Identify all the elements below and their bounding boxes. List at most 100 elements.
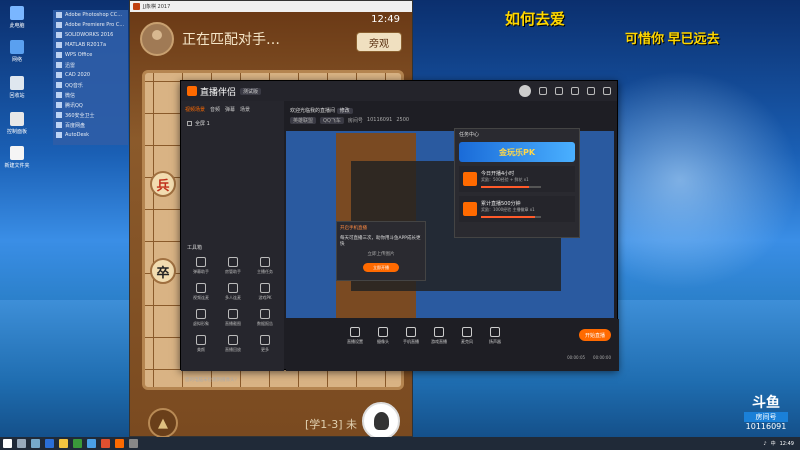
app-icon (56, 82, 62, 88)
viewer-count: 2500 (396, 117, 410, 123)
recent-item[interactable]: 微信 (53, 90, 128, 100)
tool-label: 游戏PK (258, 295, 272, 300)
chess-taskbar-icon[interactable] (101, 439, 110, 448)
camera-warning[interactable]: 您的电脑未检测到摄像头？ (185, 377, 239, 383)
desktop-icon-this-pc[interactable]: 此电脑 (2, 6, 32, 29)
desktop-icon-new-folder[interactable]: 新建文件夹 (2, 146, 32, 169)
tab-video-scene[interactable]: 视频场景 (185, 106, 205, 113)
tool-data-report[interactable]: 数据报告 (249, 309, 281, 327)
recent-item[interactable]: 百度网盘 (53, 120, 128, 130)
category-tag[interactable]: 英雄联盟 (290, 117, 317, 124)
chess-piece-pawn[interactable]: 卒 (150, 258, 176, 284)
player-avatar[interactable] (362, 402, 400, 440)
recent-item[interactable]: CAD 2020 (53, 70, 128, 80)
task-banner[interactable]: 金玩乐PK (459, 142, 575, 162)
system-clock[interactable]: 12:49 (780, 441, 794, 447)
recent-item[interactable]: 迅雷 (53, 60, 128, 70)
recent-item[interactable]: Adobe Premiere Pro C... (53, 20, 128, 30)
chess-piece-soldier[interactable]: 兵 (150, 171, 176, 197)
tool-streamer-task[interactable]: 主播任务 (249, 257, 281, 275)
camera-icon (378, 327, 388, 337)
tool-game-pk[interactable]: 游戏PK (249, 283, 281, 301)
desktop-icon-control-panel[interactable]: 控制面板 (2, 112, 32, 135)
control-panel-icon (10, 112, 24, 126)
desktop-icon-network[interactable]: 网络 (2, 40, 32, 63)
app-icon[interactable] (129, 439, 138, 448)
checkbox-icon[interactable] (187, 121, 192, 126)
tool-label: 多人连麦 (225, 295, 241, 300)
tool-multi-link[interactable]: 多人连麦 (217, 283, 249, 301)
recent-item[interactable]: QQ音乐 (53, 80, 128, 90)
dialog-go-live-button[interactable]: 立即开播 (363, 263, 399, 272)
edge-icon[interactable] (45, 439, 54, 448)
monitor-icon (350, 327, 360, 337)
desktop-icon-label: 新建文件夹 (4, 163, 30, 169)
recent-item[interactable]: SOLIDWORKS 2016 (53, 30, 128, 40)
settings-icon[interactable] (539, 87, 547, 95)
chess-titlebar: JJ象棋 2017 (130, 1, 412, 12)
ctrl-label: 摄像头 (377, 339, 389, 344)
tool-replay[interactable]: 直播回放 (217, 335, 249, 353)
video-icon (196, 283, 206, 293)
up-arrow-button[interactable]: ▲ (148, 408, 178, 438)
recent-item[interactable]: 腾讯QQ (53, 100, 128, 110)
task-item[interactable]: 累计直播500分钟 奖励：1000经验 主播徽章 x1 (459, 196, 575, 222)
qq-icon[interactable] (87, 439, 96, 448)
app-icon (56, 132, 62, 138)
desktop-icon-recycle-bin[interactable]: 回收站 (2, 76, 32, 99)
tab-audio[interactable]: 音频 (210, 106, 220, 113)
go-live-button[interactable]: 开始直播 (579, 329, 611, 341)
group-icon (228, 283, 238, 293)
ctrl-stream-settings[interactable]: 直播设置 (346, 327, 364, 345)
recent-item[interactable]: Adobe Photoshop CC... (53, 10, 128, 20)
tool-avatar[interactable]: 虚拟形象 (185, 309, 217, 327)
wechat-icon[interactable] (73, 439, 82, 448)
tab-danmu[interactable]: 弹幕 (225, 106, 235, 113)
recent-item[interactable]: MATLAB R2017a (53, 40, 128, 50)
tool-room-manager[interactable]: 房管助手 (217, 257, 249, 275)
maximize-icon[interactable] (587, 87, 595, 95)
ctrl-game[interactable]: 游戏直播 (430, 327, 448, 345)
tab-scene[interactable]: 场景 (240, 106, 250, 113)
minimize-icon[interactable] (571, 87, 579, 95)
search-icon[interactable] (17, 439, 26, 448)
ctrl-mobile[interactable]: 手机直播 (402, 327, 420, 345)
task-desc: 奖励：500经验 + 鲜花 x1 (481, 177, 529, 182)
tool-danmu-assistant[interactable]: 弹幕助手 (185, 257, 217, 275)
start-icon[interactable] (3, 439, 12, 448)
tool-screenshot[interactable]: 直播截图 (217, 309, 249, 327)
task-view-icon[interactable] (31, 439, 40, 448)
match-status: 正在匹配对手… (182, 32, 280, 48)
scene-item[interactable]: 全屏 1 (181, 118, 284, 129)
input-language[interactable]: 中 (771, 440, 776, 447)
ctrl-microphone[interactable]: 麦克风 (458, 327, 476, 345)
edit-title-button[interactable]: 修改 (336, 108, 353, 114)
recent-item-label: AutoDesk (65, 132, 90, 138)
tool-video-link[interactable]: 视频连麦 (185, 283, 217, 301)
dialog-link[interactable]: 立即上传图片 (340, 251, 422, 257)
ctrl-label: 扬声器 (489, 339, 501, 344)
recent-item[interactable]: AutoDesk (53, 130, 128, 140)
app-icon (56, 52, 62, 58)
explorer-icon[interactable] (59, 439, 68, 448)
watch-button[interactable]: 旁观 (356, 32, 402, 52)
chess-app-icon (133, 3, 140, 10)
task-item[interactable]: 今日开播4小时 奖励：500经验 + 鲜花 x1 (459, 166, 575, 192)
menu-icon[interactable] (555, 87, 563, 95)
ctrl-camera[interactable]: 摄像头 (374, 327, 392, 345)
close-icon[interactable] (603, 87, 611, 95)
task-desc: 奖励：1000经验 主播徽章 x1 (481, 207, 535, 212)
recent-item[interactable]: 360安全卫士 (53, 110, 128, 120)
stream-sidebar: 视频场景 音频 弹幕 场景 全屏 1 工具箱 弹幕助手 房管助手 主播任务 视频… (181, 101, 284, 383)
category-tag[interactable]: QQ飞车 (320, 117, 344, 124)
tool-beauty[interactable]: 美颜 (185, 335, 217, 353)
app-icon (56, 72, 62, 78)
tool-label: 虚拟形象 (193, 321, 209, 326)
tool-more[interactable]: 更多 (249, 335, 281, 353)
user-avatar[interactable] (519, 85, 531, 97)
chat-icon (196, 257, 206, 267)
ctrl-speaker[interactable]: 扬声器 (486, 327, 504, 345)
recent-item[interactable]: WPS Office (53, 50, 128, 60)
stream-taskbar-icon[interactable] (115, 439, 124, 448)
volume-icon[interactable]: ♪ (763, 441, 766, 447)
